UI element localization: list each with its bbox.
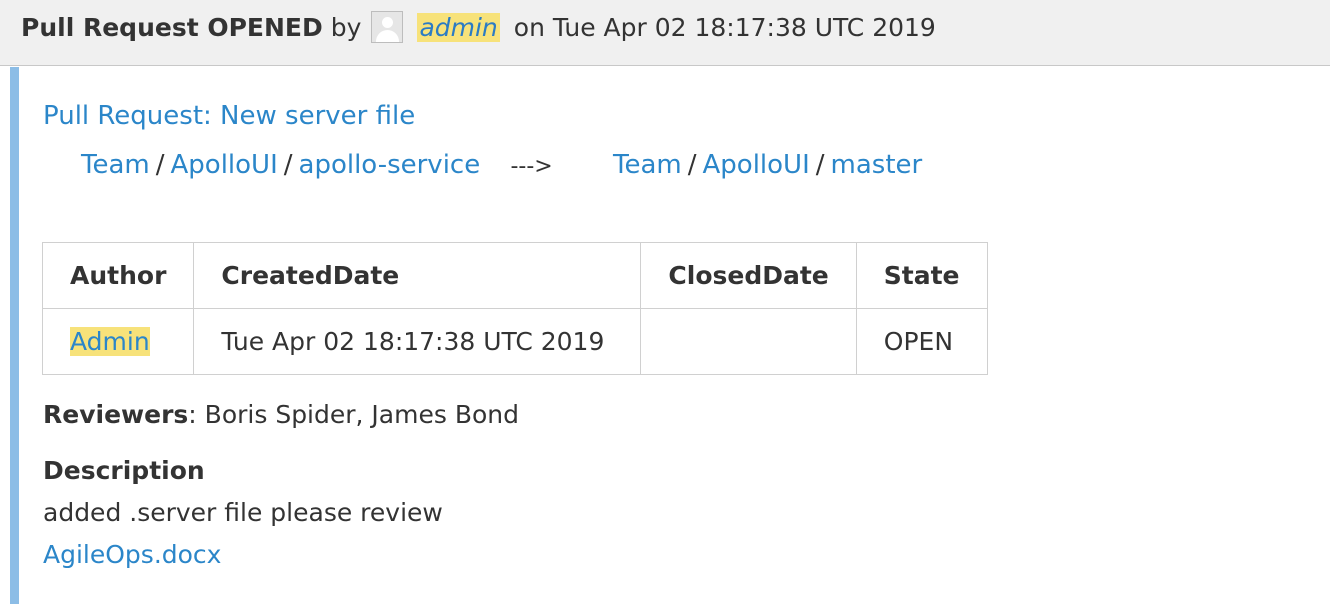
column-header-author: Author (41, 242, 195, 309)
reviewers-names: Boris Spider, James Bond (196, 400, 519, 429)
event-header-line: Pull Request OPENED by admin on Tue Apr … (21, 9, 936, 45)
path-separator: / (283, 150, 293, 180)
path-separator: / (155, 150, 165, 180)
column-header-created-date: CreatedDate (193, 242, 642, 309)
event-title: Pull Request OPENED (21, 12, 323, 42)
event-header: Pull Request OPENED by admin on Tue Apr … (0, 0, 1330, 66)
attachment-link[interactable]: AgileOps.docx (43, 540, 221, 569)
reviewers-colon: : (188, 400, 197, 429)
branch-path: Team / ApolloUI / apollo-service ---> Team / A… (81, 150, 922, 180)
source-branch-link[interactable]: apollo-service (299, 150, 481, 180)
target-branch-link[interactable]: master (831, 150, 923, 180)
pull-request-title-link[interactable]: Pull Request: New server file (43, 101, 415, 131)
avatar-head (382, 17, 394, 28)
description-text: added .server file please review (43, 498, 443, 527)
avatar-shoulders (376, 30, 400, 42)
author-cell: Admin (41, 308, 195, 375)
table-row: Admin Tue Apr 02 18:17:38 UTC 2019 OPEN (41, 308, 988, 375)
path-separator: / (687, 150, 697, 180)
created-date-cell: Tue Apr 02 18:17:38 UTC 2019 (193, 308, 642, 375)
target-project-link[interactable]: Team (613, 150, 682, 180)
reviewers-line: Reviewers: Boris Spider, James Bond (43, 400, 519, 429)
user-avatar-icon[interactable] (371, 11, 404, 43)
author-link[interactable]: Admin (70, 327, 150, 356)
reviewers-label: Reviewers (43, 400, 189, 429)
column-header-closed-date: ClosedDate (640, 242, 857, 309)
state-cell: OPEN (855, 308, 988, 375)
event-user-link[interactable]: admin (417, 12, 500, 42)
source-repo-link[interactable]: ApolloUI (171, 150, 278, 180)
column-header-state: State (855, 242, 988, 309)
closed-date-cell (640, 308, 857, 375)
target-repo-link[interactable]: ApolloUI (703, 150, 810, 180)
description-label: Description (43, 456, 205, 485)
event-date: on Tue Apr 02 18:17:38 UTC 2019 (513, 12, 936, 42)
source-project-link[interactable]: Team (81, 150, 150, 180)
event-by-label: by (330, 12, 362, 42)
merge-arrow: ---> (510, 154, 553, 179)
path-separator: / (815, 150, 825, 180)
pull-request-table: Author CreatedDate ClosedDate State Admi… (41, 242, 988, 375)
table-header-row: Author CreatedDate ClosedDate State (41, 242, 988, 309)
